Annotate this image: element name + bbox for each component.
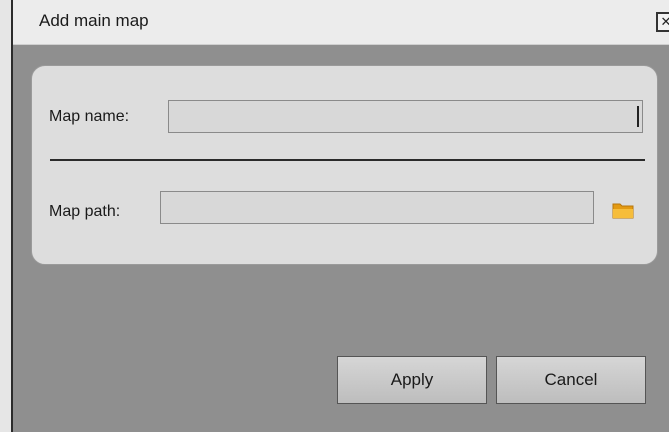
- apply-button[interactable]: Apply: [337, 356, 487, 404]
- window-left-frame: [0, 0, 11, 432]
- map-name-label: Map name:: [49, 108, 130, 125]
- close-icon: ✕: [660, 14, 669, 30]
- map-path-label: Map path:: [49, 203, 121, 220]
- text-cursor: [637, 106, 639, 127]
- form-divider: [50, 159, 645, 161]
- map-form-panel: Map name: Map path:: [31, 65, 658, 265]
- window-left-border: [11, 0, 13, 432]
- map-name-input[interactable]: [168, 100, 643, 133]
- folder-icon[interactable]: [612, 201, 634, 219]
- close-button[interactable]: ✕: [656, 12, 669, 32]
- map-path-input[interactable]: [160, 191, 594, 224]
- dialog-titlebar: Add main map ✕: [13, 0, 669, 45]
- dialog-title: Add main map: [39, 11, 149, 30]
- cancel-button[interactable]: Cancel: [496, 356, 646, 404]
